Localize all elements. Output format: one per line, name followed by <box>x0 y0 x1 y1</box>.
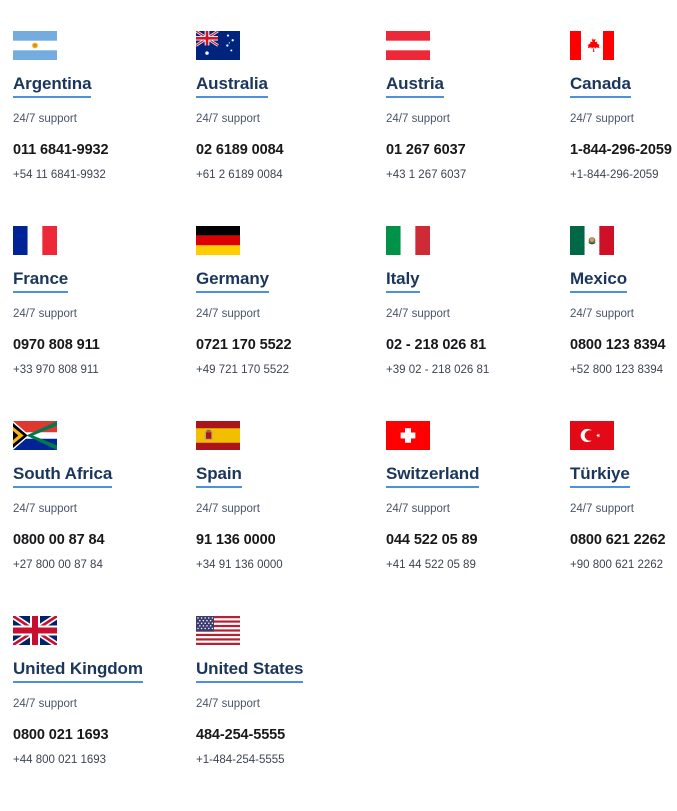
support-availability-label: 24/7 support <box>570 503 634 515</box>
phone-international-number[interactable]: +43 1 267 6037 <box>386 168 570 182</box>
flag-argentina-icon <box>13 31 57 60</box>
country-card: Türkiye 24/7 support 0800 621 2262 +90 800 … <box>570 421 677 616</box>
country-card: United States 24/7 support 484-254-5555 +1-… <box>196 616 386 811</box>
support-availability-label: 24/7 support <box>196 308 260 320</box>
support-availability-label: 24/7 support <box>196 113 260 125</box>
flag-spain-icon <box>196 421 240 450</box>
phone-international-number[interactable]: +1-484-254-5555 <box>196 753 386 767</box>
phone-local-number[interactable]: 0800 00 87 84 <box>13 532 196 549</box>
country-card: Argentina 24/7 support 011 6841-9932 +54 11… <box>13 31 196 226</box>
country-name-link[interactable]: Germany <box>196 268 269 293</box>
support-availability-label: 24/7 support <box>386 503 450 515</box>
country-card: France 24/7 support 0970 808 911 +33 970 80… <box>13 226 196 421</box>
flag-switzerland-icon <box>386 421 430 450</box>
phone-local-number[interactable]: 1-844-296-2059 <box>570 142 677 159</box>
support-availability-label: 24/7 support <box>196 698 260 710</box>
phone-local-number[interactable]: 0800 123 8394 <box>570 337 677 354</box>
phone-international-number[interactable]: +90 800 621 2262 <box>570 558 677 572</box>
phone-international-number[interactable]: +39 02 - 218 026 81 <box>386 363 570 377</box>
phone-international-number[interactable]: +41 44 522 05 89 <box>386 558 570 572</box>
support-availability-label: 24/7 support <box>570 308 634 320</box>
country-card: Italy 24/7 support 02 - 218 026 81 +39 02 -… <box>386 226 570 421</box>
phone-international-number[interactable]: +61 2 6189 0084 <box>196 168 386 182</box>
phone-local-number[interactable]: 0800 021 1693 <box>13 727 196 744</box>
country-name-link[interactable]: Argentina <box>13 73 92 98</box>
flag-australia-icon <box>196 31 240 60</box>
phone-international-number[interactable]: +52 800 123 8394 <box>570 363 677 377</box>
support-availability-label: 24/7 support <box>13 308 77 320</box>
country-card: Spain 24/7 support 91 136 0000 +34 91 136 0… <box>196 421 386 616</box>
country-card: Germany 24/7 support 0721 170 5522 +49 721 … <box>196 226 386 421</box>
country-name-link[interactable]: United Kingdom <box>13 658 143 683</box>
phone-local-number[interactable]: 0721 170 5522 <box>196 337 386 354</box>
phone-international-number[interactable]: +27 800 00 87 84 <box>13 558 196 572</box>
country-name-link[interactable]: France <box>13 268 68 293</box>
phone-local-number[interactable]: 91 136 0000 <box>196 532 386 549</box>
flag-germany-icon <box>196 226 240 255</box>
phone-local-number[interactable]: 0800 621 2262 <box>570 532 677 549</box>
support-availability-label: 24/7 support <box>570 113 634 125</box>
flag-south-africa-icon <box>13 421 57 450</box>
country-name-link[interactable]: South Africa <box>13 463 112 488</box>
country-card: South Africa 24/7 support 0800 00 87 84 +27… <box>13 421 196 616</box>
phone-local-number[interactable]: 01 267 6037 <box>386 142 570 159</box>
country-name-link[interactable]: Australia <box>196 73 268 98</box>
support-availability-label: 24/7 support <box>386 308 450 320</box>
country-card: Switzerland 24/7 support 044 522 05 89 +41 … <box>386 421 570 616</box>
country-card: Canada 24/7 support 1-844-296-2059 +1-844-2… <box>570 31 677 226</box>
country-name-link[interactable]: Switzerland <box>386 463 479 488</box>
flag-austria-icon <box>386 31 430 60</box>
country-card: Australia 24/7 support 02 6189 0084 +61 2 6… <box>196 31 386 226</box>
support-availability-label: 24/7 support <box>13 503 77 515</box>
country-card: Mexico 24/7 support 0800 123 8394 +52 800 1… <box>570 226 677 421</box>
flag-italy-icon <box>386 226 430 255</box>
flag-canada-icon <box>570 31 614 60</box>
phone-local-number[interactable]: 011 6841-9932 <box>13 142 196 159</box>
phone-international-number[interactable]: +44 800 021 1693 <box>13 753 196 767</box>
phone-local-number[interactable]: 02 - 218 026 81 <box>386 337 570 354</box>
country-name-link[interactable]: Türkiye <box>570 463 630 488</box>
phone-international-number[interactable]: +33 970 808 911 <box>13 363 196 377</box>
support-availability-label: 24/7 support <box>13 113 77 125</box>
country-contact-grid: Argentina 24/7 support 011 6841-9932 +54 11… <box>0 0 677 811</box>
phone-local-number[interactable]: 02 6189 0084 <box>196 142 386 159</box>
support-availability-label: 24/7 support <box>196 503 260 515</box>
support-availability-label: 24/7 support <box>13 698 77 710</box>
phone-international-number[interactable]: +49 721 170 5522 <box>196 363 386 377</box>
country-card: Austria 24/7 support 01 267 6037 +43 1 267 … <box>386 31 570 226</box>
country-name-link[interactable]: United States <box>196 658 303 683</box>
support-availability-label: 24/7 support <box>386 113 450 125</box>
country-name-link[interactable]: Mexico <box>570 268 627 293</box>
phone-local-number[interactable]: 0970 808 911 <box>13 337 196 354</box>
phone-international-number[interactable]: +1-844-296-2059 <box>570 168 677 182</box>
flag-united-kingdom-icon <box>13 616 57 645</box>
country-name-link[interactable]: Italy <box>386 268 420 293</box>
flag-mexico-icon <box>570 226 614 255</box>
flag-turkiye-icon <box>570 421 614 450</box>
phone-local-number[interactable]: 044 522 05 89 <box>386 532 570 549</box>
phone-local-number[interactable]: 484-254-5555 <box>196 727 386 744</box>
country-name-link[interactable]: Canada <box>570 73 631 98</box>
phone-international-number[interactable]: +54 11 6841-9932 <box>13 168 196 182</box>
country-name-link[interactable]: Spain <box>196 463 242 488</box>
country-card: United Kingdom 24/7 support 0800 021 1693 +… <box>13 616 196 811</box>
country-name-link[interactable]: Austria <box>386 73 444 98</box>
flag-france-icon <box>13 226 57 255</box>
flag-united-states-icon <box>196 616 240 645</box>
phone-international-number[interactable]: +34 91 136 0000 <box>196 558 386 572</box>
